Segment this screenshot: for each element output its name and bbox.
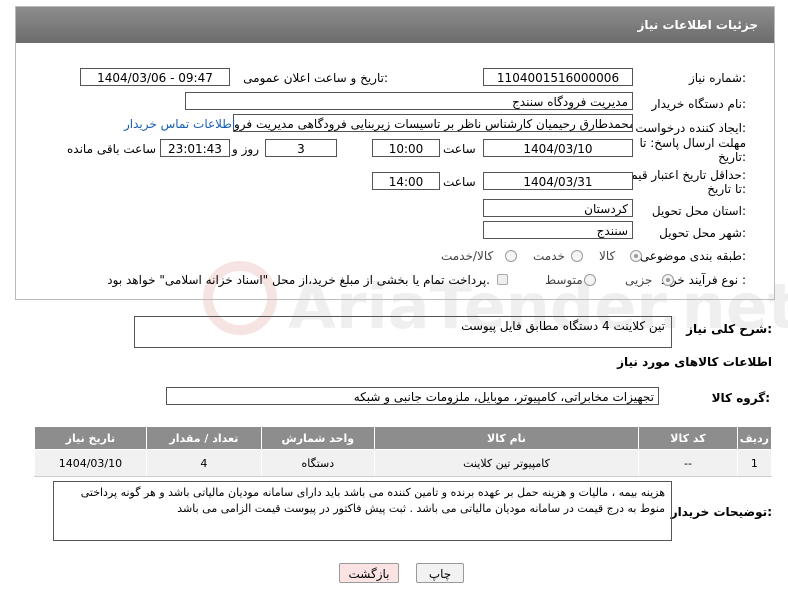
category-option-goods: کالا bbox=[599, 249, 616, 263]
treasury-payment-note: پرداخت تمام یا بخشی از مبلغ خرید،از محل … bbox=[107, 273, 490, 287]
goods-group-label: گروه کالا: bbox=[711, 391, 770, 405]
goods-section-title: اطلاعات کالاهای مورد نیاز bbox=[617, 355, 772, 369]
need-number-label: شماره نیاز: bbox=[688, 71, 746, 85]
buyer-org-field: مدیریت فرودگاه سنندج bbox=[185, 92, 633, 110]
process-option-medium: متوسط bbox=[545, 273, 583, 287]
category-radio-goods-service[interactable] bbox=[505, 250, 517, 262]
goods-group-field: تجهیزات مخابراتی، کامپیوتر، موبایل، ملزو… bbox=[166, 387, 659, 405]
requester-label: ایجاد کننده درخواست: bbox=[635, 121, 746, 135]
validity-label-2: تا تاریخ: bbox=[707, 182, 746, 196]
category-label: طبقه بندی موضوعی: bbox=[639, 249, 746, 263]
col-unit: واحد شمارش bbox=[260, 426, 375, 450]
announce-datetime-field: 1404/03/06 - 09:47 bbox=[80, 68, 230, 86]
col-need-date: تاریخ نیاز bbox=[34, 426, 147, 450]
city-label: شهر محل تحویل: bbox=[659, 226, 746, 240]
summary-textarea: تین کلاینت 4 دستگاه مطابق فایل پیوست bbox=[134, 316, 672, 348]
cell-need-date: 1404/03/10 bbox=[34, 449, 147, 477]
col-row: ردیف bbox=[736, 426, 773, 450]
treasury-payment-checkbox[interactable] bbox=[497, 274, 508, 285]
process-option-minor: جزیی bbox=[625, 273, 653, 287]
category-option-service: خدمت bbox=[533, 249, 565, 263]
deadline-label-2: تاریخ: bbox=[718, 150, 746, 164]
process-radio-minor[interactable] bbox=[662, 274, 674, 286]
remaining-time-label: ساعت باقی مانده bbox=[67, 142, 157, 156]
province-label: استان محل تحویل: bbox=[651, 204, 746, 218]
remaining-time-field: 23:01:43 bbox=[160, 139, 230, 157]
validity-date-field: 1404/03/31 bbox=[483, 172, 633, 190]
validity-time-field: 14:00 bbox=[372, 172, 440, 190]
col-name: نام کالا bbox=[373, 426, 640, 450]
print-button[interactable]: چاپ bbox=[416, 563, 464, 583]
contact-buyer-link[interactable]: اطلاعات تماس خریدار bbox=[124, 117, 235, 131]
table-row: 1 -- کامپیوتر تین کلاینت دستگاه 4 1404/0… bbox=[34, 449, 773, 477]
back-button[interactable]: بازگشت bbox=[339, 563, 399, 583]
process-radio-medium[interactable] bbox=[584, 274, 596, 286]
deadline-time-field: 10:00 bbox=[372, 139, 440, 157]
days-field: 3 bbox=[265, 139, 337, 157]
deadline-label-1: مهلت ارسال پاسخ: تا bbox=[639, 136, 746, 150]
deadline-time-label: ساعت bbox=[443, 142, 476, 156]
announce-label: تاریخ و ساعت اعلان عمومی: bbox=[243, 71, 388, 85]
col-code: کد کالا bbox=[638, 426, 738, 450]
buyer-org-label: نام دستگاه خریدار: bbox=[651, 97, 747, 111]
cell-name: کامپیوتر تین کلاینت bbox=[373, 449, 640, 477]
days-label: روز و bbox=[232, 142, 259, 156]
buyer-notes-text: هزینه بیمه ، مالیات و هزینه حمل بر عهده … bbox=[80, 486, 665, 515]
validity-label-1: حداقل تاریخ اعتبار قیمت: bbox=[619, 168, 746, 182]
cell-unit: دستگاه bbox=[260, 449, 375, 477]
category-radio-service[interactable] bbox=[571, 250, 583, 262]
goods-table-header: ردیف کد کالا نام کالا واحد شمارش تعداد /… bbox=[34, 426, 773, 450]
buyer-notes-label: توضیحات خریدار: bbox=[670, 505, 772, 519]
buyer-notes-textarea: هزینه بیمه ، مالیات و هزینه حمل بر عهده … bbox=[53, 481, 672, 541]
summary-text: تین کلاینت 4 دستگاه مطابق فایل پیوست bbox=[461, 319, 665, 333]
need-number-field: 1104001516000006 bbox=[483, 68, 633, 86]
province-field: کردستان bbox=[483, 199, 633, 217]
category-option-goods-service: کالا/خدمت bbox=[441, 249, 494, 263]
panel-header: جزئیات اطلاعات نیاز bbox=[16, 7, 774, 43]
requester-field: محمدطارق رحیمیان کارشناس ناظر بر تاسیسات… bbox=[233, 114, 633, 132]
validity-time-label: ساعت bbox=[443, 175, 476, 189]
goods-table: ردیف کد کالا نام کالا واحد شمارش تعداد /… bbox=[34, 426, 773, 477]
col-quantity: تعداد / مقدار bbox=[145, 426, 262, 450]
city-field: سنندج bbox=[483, 221, 633, 239]
deadline-date-field: 1404/03/10 bbox=[483, 139, 633, 157]
category-radio-goods[interactable] bbox=[630, 250, 642, 262]
cell-code: -- bbox=[638, 449, 738, 477]
cell-quantity: 4 bbox=[145, 449, 262, 477]
summary-label: شرح کلی نیاز: bbox=[686, 322, 772, 336]
page-title: جزئیات اطلاعات نیاز bbox=[637, 18, 758, 32]
cell-row: 1 bbox=[736, 449, 773, 477]
